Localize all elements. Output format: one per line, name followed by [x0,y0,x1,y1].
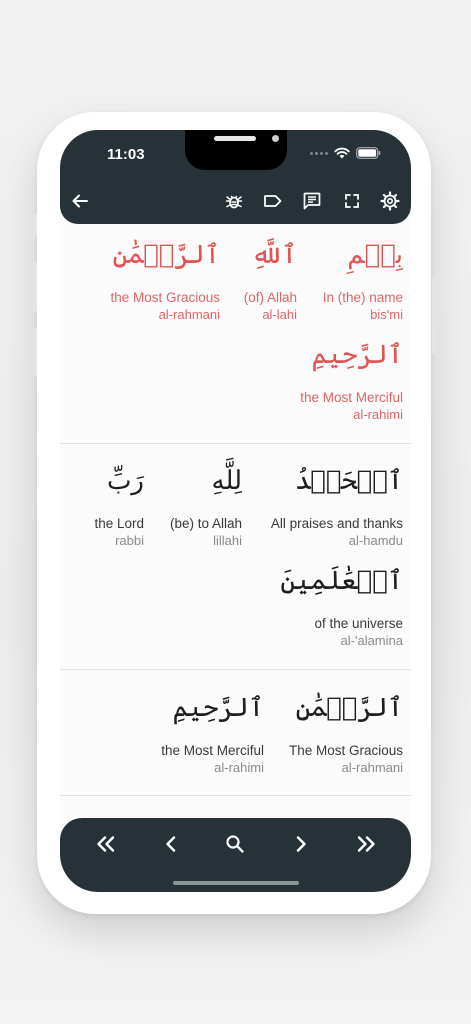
status-bar: 11:03 [60,130,411,178]
signal-dots-icon [310,151,328,155]
speaker-grille [214,136,256,141]
comment-list-icon[interactable] [301,190,323,212]
volume-up-button [33,262,37,312]
back-arrow-icon[interactable] [69,190,91,212]
word-meaning: the Most Gracious [110,290,220,305]
status-time: 11:03 [107,146,145,163]
arabic-word: ٱلرَّحۡمَٰنِ [112,240,220,270]
first-page-icon[interactable] [94,832,118,856]
app-toolbar [60,178,411,224]
word-transliteration: al-'alamina [340,633,403,648]
word-meaning: The Most Gracious [288,743,403,758]
arabic-word: ٱلرَّحِيمِ [172,693,264,723]
label-icon[interactable] [262,190,284,212]
front-camera [272,135,279,142]
word-transliteration: al-hamdu [348,533,403,548]
arabic-word: لِلَّهِ [211,466,242,496]
word-transliteration: lillahi [213,533,242,548]
arabic-word: ٱللَّهِ [251,240,297,270]
word-meaning: the Most Merciful [300,390,403,405]
word-card[interactable]: لِلَّهِ (be) to Allah lillahi [170,464,242,549]
status-icons [310,147,381,159]
next-icon[interactable] [289,832,313,856]
fullscreen-icon[interactable] [341,190,363,212]
word-transliteration: rabbi [115,533,144,548]
word-card[interactable]: رَبِّ the Lord rabbi [94,464,144,549]
word-card[interactable]: بِسۡمِ In (the) name bis'mi [323,238,403,323]
verse-divider [60,443,411,444]
arabic-word: ٱلۡعَٰلَمِينَ [280,566,403,596]
verse-divider [60,669,411,670]
word-meaning: of the universe [314,616,403,631]
word-card[interactable]: ٱلۡحَمۡدُ All praises and thanks al-hamd… [271,464,403,549]
arabic-word: ٱلرَّحِيمِ [311,340,403,370]
word-meaning: (be) to Allah [169,516,242,531]
word-meaning: the Most Merciful [161,743,264,758]
word-meaning: the Lord [94,516,144,531]
word-transliteration: bis'mi [370,307,403,322]
previous-icon[interactable] [159,832,183,856]
word-transliteration: al-rahmani [158,307,220,322]
volume-down-button [33,327,37,377]
app-screen: 11:03 بِسۡمِ In (the) name bis'mi ٱللَّه… [60,130,411,892]
last-page-icon[interactable] [354,832,378,856]
word-card[interactable]: ٱلرَّحۡمَٰنِ The Most Gracious al-rahman… [289,691,403,776]
verse-divider [60,795,411,796]
word-card[interactable]: ٱلرَّحِيمِ the Most Merciful al-rahimi [161,691,264,776]
arabic-word: رَبِّ [106,466,144,496]
word-card[interactable]: ٱلرَّحۡمَٰنِ the Most Gracious al-rahman… [110,238,220,323]
word-transliteration: al-lahi [262,307,297,322]
word-card[interactable]: ٱلرَّحِيمِ the Most Merciful al-rahimi [300,338,403,423]
word-meaning: All praises and thanks [270,516,403,531]
search-icon[interactable] [223,832,247,856]
word-card[interactable]: ٱللَّهِ (of) Allah al-lahi [244,238,297,323]
word-transliteration: al-rahimi [353,407,403,422]
bug-icon[interactable] [223,190,245,212]
arabic-word: بِسۡمِ [347,240,403,270]
word-meaning: (of) Allah [243,290,297,305]
power-button [432,278,436,354]
word-transliteration: al-rahmani [341,760,403,775]
mute-switch [33,213,37,237]
word-card[interactable]: ٱلۡعَٰلَمِينَ of the universe al-'alamin… [280,564,403,649]
gear-icon[interactable] [379,190,401,212]
home-indicator[interactable] [173,881,299,885]
battery-icon [356,147,381,159]
word-transliteration: al-rahimi [214,760,264,775]
arabic-word: ٱلۡحَمۡدُ [294,466,403,496]
wifi-icon [334,147,350,159]
arabic-word: ٱلرَّحۡمَٰنِ [295,693,403,723]
bottom-navigation [60,818,411,892]
word-meaning: In (the) name [322,290,403,305]
